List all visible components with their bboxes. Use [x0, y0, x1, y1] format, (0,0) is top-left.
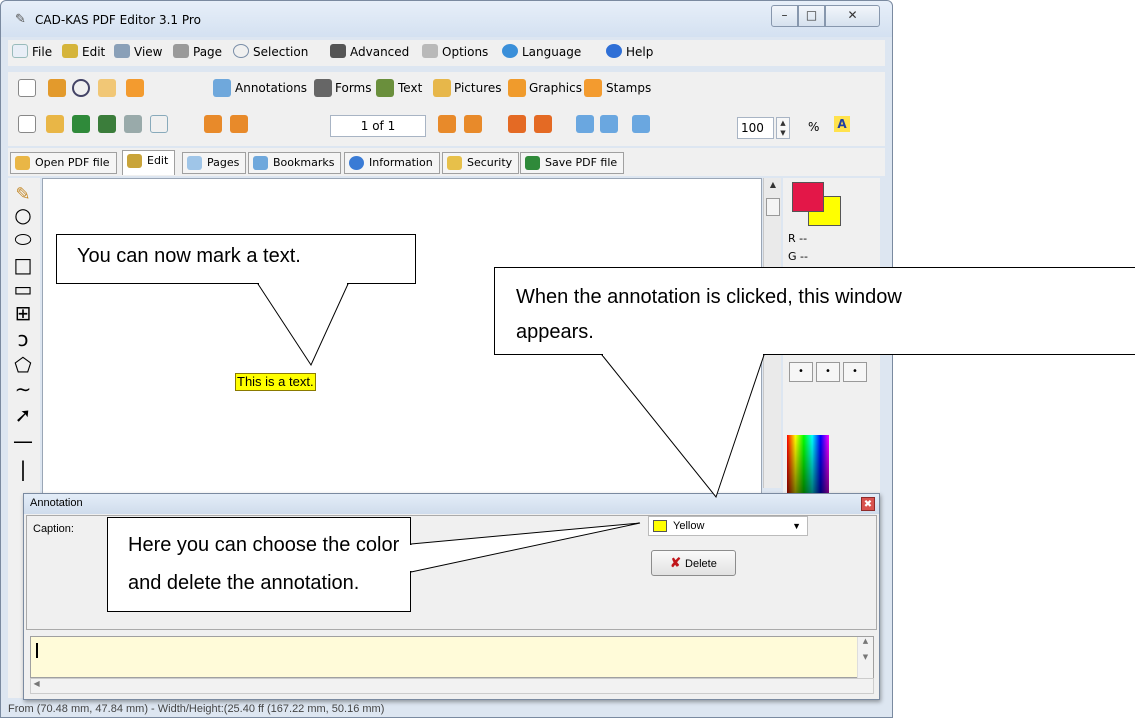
callout-mark-text: You can now mark a text.	[56, 234, 416, 284]
callout-2-line-1: When the annotation is clicked, this win…	[516, 286, 902, 308]
callout-3-line-1: Here you can choose the color	[128, 534, 400, 556]
callout-3-pointer	[410, 522, 641, 573]
callout-1-text: You can now mark a text.	[77, 245, 301, 267]
callout-2-pointer	[600, 354, 765, 499]
callout-window-appears: When the annotation is clicked, this win…	[494, 267, 1135, 355]
callout-choose-color: Here you can choose the color and delete …	[107, 517, 411, 612]
callout-3-line-2: and delete the annotation.	[128, 572, 360, 594]
callout-1-pointer	[257, 283, 349, 367]
callout-2-line-2: appears.	[516, 321, 594, 343]
